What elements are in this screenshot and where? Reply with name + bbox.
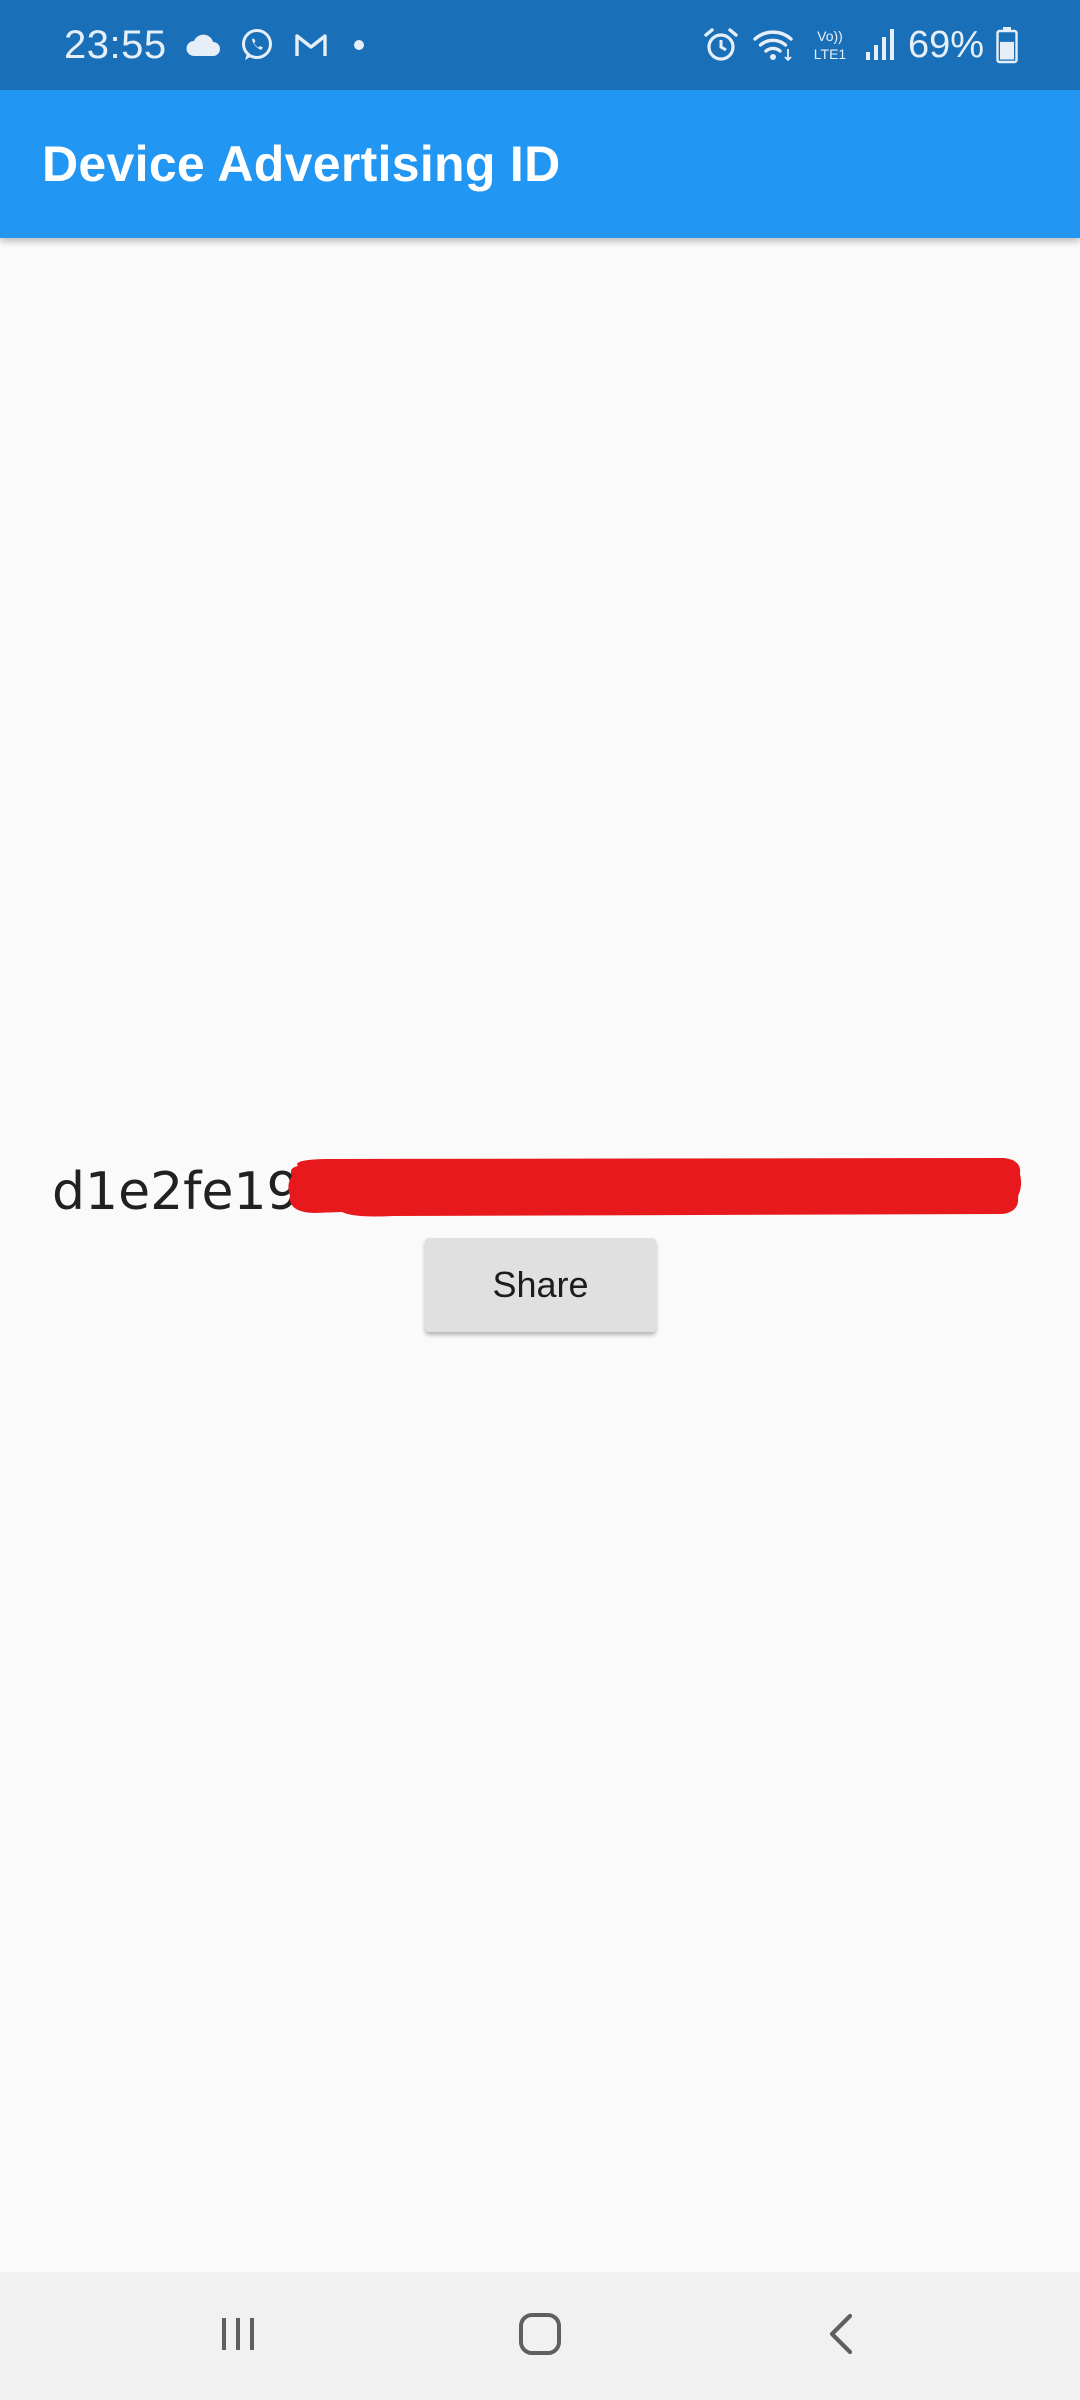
advertising-id-text: d1e2fe19 bbox=[52, 1162, 300, 1222]
volte-label-bottom: LTE1 bbox=[814, 46, 847, 62]
dot-icon bbox=[347, 33, 371, 57]
home-button[interactable] bbox=[450, 2272, 630, 2400]
status-bar: 23:55 Vo)) LTE1 69% bbox=[0, 0, 1080, 90]
signal-icon bbox=[864, 28, 896, 62]
gmail-icon bbox=[293, 31, 329, 59]
wifi-icon bbox=[752, 27, 796, 63]
status-left: 23:55 bbox=[64, 0, 371, 90]
recent-apps-icon bbox=[216, 2312, 260, 2361]
volte-label-top: Vo)) bbox=[817, 28, 843, 44]
status-time: 23:55 bbox=[64, 22, 167, 67]
app-bar: Device Advertising ID bbox=[0, 90, 1080, 238]
app-title: Device Advertising ID bbox=[42, 136, 561, 192]
alarm-icon bbox=[702, 26, 740, 64]
screen: 23:55 Vo)) LTE1 69% Device Advertising I… bbox=[0, 0, 1080, 2400]
battery-percent: 69% bbox=[907, 23, 984, 66]
cloud-icon bbox=[185, 32, 221, 58]
battery-fill bbox=[1000, 41, 1014, 60]
back-icon bbox=[820, 2310, 864, 2363]
volte-icon: Vo)) LTE1 bbox=[808, 25, 852, 65]
share-button[interactable]: Share bbox=[425, 1238, 656, 1332]
recent-apps-button[interactable] bbox=[148, 2272, 328, 2400]
battery-icon bbox=[996, 26, 1018, 64]
whatsapp-icon bbox=[239, 27, 275, 63]
status-right: Vo)) LTE1 69% bbox=[702, 0, 1018, 90]
home-icon bbox=[516, 2310, 564, 2363]
redaction-scribble bbox=[288, 1158, 1022, 1217]
advertising-id-row: d1e2fe19 bbox=[52, 1152, 1032, 1232]
back-button[interactable] bbox=[752, 2272, 932, 2400]
navigation-bar bbox=[0, 2272, 1080, 2400]
